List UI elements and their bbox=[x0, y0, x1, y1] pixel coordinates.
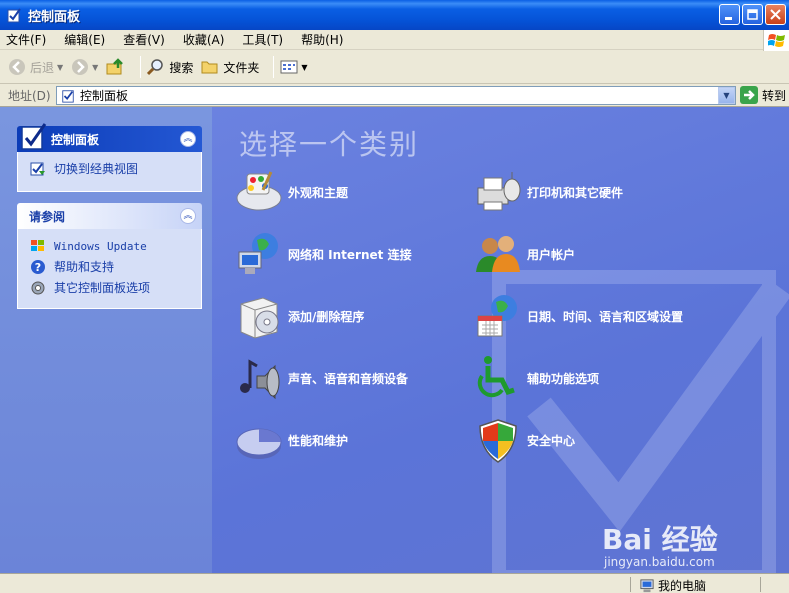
folders-button[interactable]: 文件夹 bbox=[201, 59, 259, 76]
see-also-pane: 请参阅 ︽ Windows Update ? 帮助和支持 其它控制面板选项 bbox=[17, 203, 202, 309]
category-appearance-themes[interactable]: 外观和主题 bbox=[234, 167, 348, 217]
close-button[interactable] bbox=[765, 4, 786, 25]
up-folder-icon bbox=[106, 58, 124, 75]
menu-view[interactable]: 查看(V) bbox=[123, 31, 165, 48]
window-title: 控制面板 bbox=[28, 9, 81, 25]
back-dropdown-icon[interactable]: ▼ bbox=[57, 63, 63, 72]
users-icon bbox=[476, 236, 520, 272]
control-panel-pane-header[interactable]: 控制面板 ︽ bbox=[17, 123, 202, 152]
control-panel-icon bbox=[21, 123, 47, 150]
collapse-chevron-icon[interactable]: ︽ bbox=[180, 131, 196, 147]
wheelchair-icon bbox=[477, 356, 515, 398]
category-user-accounts[interactable]: 用户帐户 bbox=[473, 229, 575, 279]
globe-calendar-icon bbox=[477, 295, 517, 337]
category-view: 选择一个类别 外观和主题 网络和 Internet 连接 添加/删除程序 声音、… bbox=[212, 107, 789, 573]
go-button[interactable]: 转到 bbox=[739, 86, 786, 104]
forward-dropdown-icon[interactable]: ▼ bbox=[92, 63, 98, 72]
category-printers-hardware[interactable]: 打印机和其它硬件 bbox=[473, 167, 623, 217]
back-button[interactable]: 后退 ▼ bbox=[8, 58, 63, 76]
shield-icon bbox=[479, 419, 517, 463]
page-title: 选择一个类别 bbox=[239, 128, 420, 161]
collapse-chevron-icon[interactable]: ︽ bbox=[180, 208, 196, 224]
speaker-note-icon bbox=[240, 359, 280, 400]
category-add-remove-programs[interactable]: 添加/删除程序 bbox=[234, 291, 364, 341]
maximize-button[interactable] bbox=[742, 4, 763, 25]
network-globe-icon bbox=[238, 233, 278, 274]
toolbar-separator bbox=[140, 56, 142, 78]
address-bar: 地址(D) 控制面板 ▼ 转到 bbox=[0, 84, 789, 107]
category-security-center[interactable]: 安全中心 bbox=[473, 415, 575, 465]
control-panel-pane: 控制面板 ︽ 切换到经典视图 bbox=[17, 123, 202, 192]
folder-icon bbox=[201, 61, 218, 74]
back-arrow-icon bbox=[9, 59, 25, 75]
menu-file[interactable]: 文件(F) bbox=[6, 31, 46, 48]
toolbar-separator bbox=[273, 56, 275, 78]
baidu-watermark-url: jingyan.baidu.com bbox=[604, 555, 715, 569]
address-dropdown-button[interactable]: ▼ bbox=[718, 87, 735, 104]
views-button[interactable]: ▼ bbox=[280, 59, 308, 75]
menu-bar: 文件(F) 编辑(E) 查看(V) 收藏(A) 工具(T) 帮助(H) bbox=[0, 30, 789, 50]
task-sidebar: 控制面板 ︽ 切换到经典视图 请参阅 ︽ Windows Update ? 帮助… bbox=[0, 107, 212, 573]
help-support-link[interactable]: ? 帮助和支持 bbox=[30, 258, 193, 275]
other-options-link[interactable]: 其它控制面板选项 bbox=[30, 279, 193, 296]
title-bar: 控制面板 bbox=[0, 0, 789, 30]
maximize-icon bbox=[747, 9, 758, 20]
toolbar: 后退 ▼ ▼ 搜索 文件夹 ▼ bbox=[0, 51, 789, 84]
baidu-watermark-logo: Bai 经验 bbox=[602, 523, 718, 556]
windows-update-icon bbox=[31, 240, 44, 251]
status-divider bbox=[630, 577, 631, 592]
category-network-internet[interactable]: 网络和 Internet 连接 bbox=[234, 229, 412, 279]
go-arrow-icon bbox=[739, 86, 758, 104]
help-icon: ? bbox=[31, 259, 45, 274]
address-label: 地址(D) bbox=[8, 88, 51, 103]
main-area: 控制面板 ︽ 切换到经典视图 请参阅 ︽ Windows Update ? 帮助… bbox=[0, 107, 789, 573]
switch-view-icon bbox=[30, 162, 45, 175]
menu-edit[interactable]: 编辑(E) bbox=[64, 31, 105, 48]
my-computer-icon bbox=[640, 578, 654, 592]
minimize-icon bbox=[725, 17, 732, 20]
category-sounds-audio[interactable]: 声音、语音和音频设备 bbox=[234, 353, 408, 403]
status-divider bbox=[760, 577, 761, 592]
views-dropdown-icon: ▼ bbox=[301, 62, 308, 72]
menu-help[interactable]: 帮助(H) bbox=[301, 31, 343, 48]
svg-text:?: ? bbox=[35, 261, 41, 274]
search-icon bbox=[147, 59, 164, 76]
minimize-button[interactable] bbox=[719, 4, 740, 25]
control-panel-icon bbox=[7, 8, 21, 23]
category-performance-maintenance[interactable]: 性能和维护 bbox=[234, 415, 348, 465]
see-also-pane-header[interactable]: 请参阅 ︽ bbox=[17, 203, 202, 229]
printer-icon bbox=[477, 172, 521, 211]
up-folder-button[interactable] bbox=[106, 58, 126, 76]
palette-icon bbox=[236, 171, 282, 211]
control-panel-icon bbox=[62, 89, 74, 103]
gear-icon bbox=[31, 281, 45, 294]
pie-disk-icon bbox=[236, 428, 282, 459]
status-computer: 我的电脑 bbox=[640, 577, 706, 593]
forward-button[interactable]: ▼ bbox=[71, 58, 98, 76]
category-accessibility[interactable]: 辅助功能选项 bbox=[473, 353, 599, 403]
search-button[interactable]: 搜索 bbox=[147, 58, 193, 76]
switch-classic-view-link[interactable]: 切换到经典视图 bbox=[30, 160, 193, 177]
address-input[interactable]: 控制面板 ▼ bbox=[56, 86, 736, 105]
windows-logo-icon bbox=[763, 30, 789, 52]
forward-arrow-icon bbox=[72, 59, 89, 75]
install-box-icon bbox=[240, 297, 279, 339]
status-bar: 我的电脑 bbox=[0, 573, 789, 593]
windows-update-link[interactable]: Windows Update bbox=[30, 238, 193, 254]
menu-favorites[interactable]: 收藏(A) bbox=[183, 31, 225, 48]
category-date-time-language[interactable]: 日期、时间、语言和区域设置 bbox=[473, 291, 683, 341]
menu-tools[interactable]: 工具(T) bbox=[242, 31, 283, 48]
views-icon bbox=[280, 60, 298, 74]
close-icon bbox=[770, 9, 781, 20]
